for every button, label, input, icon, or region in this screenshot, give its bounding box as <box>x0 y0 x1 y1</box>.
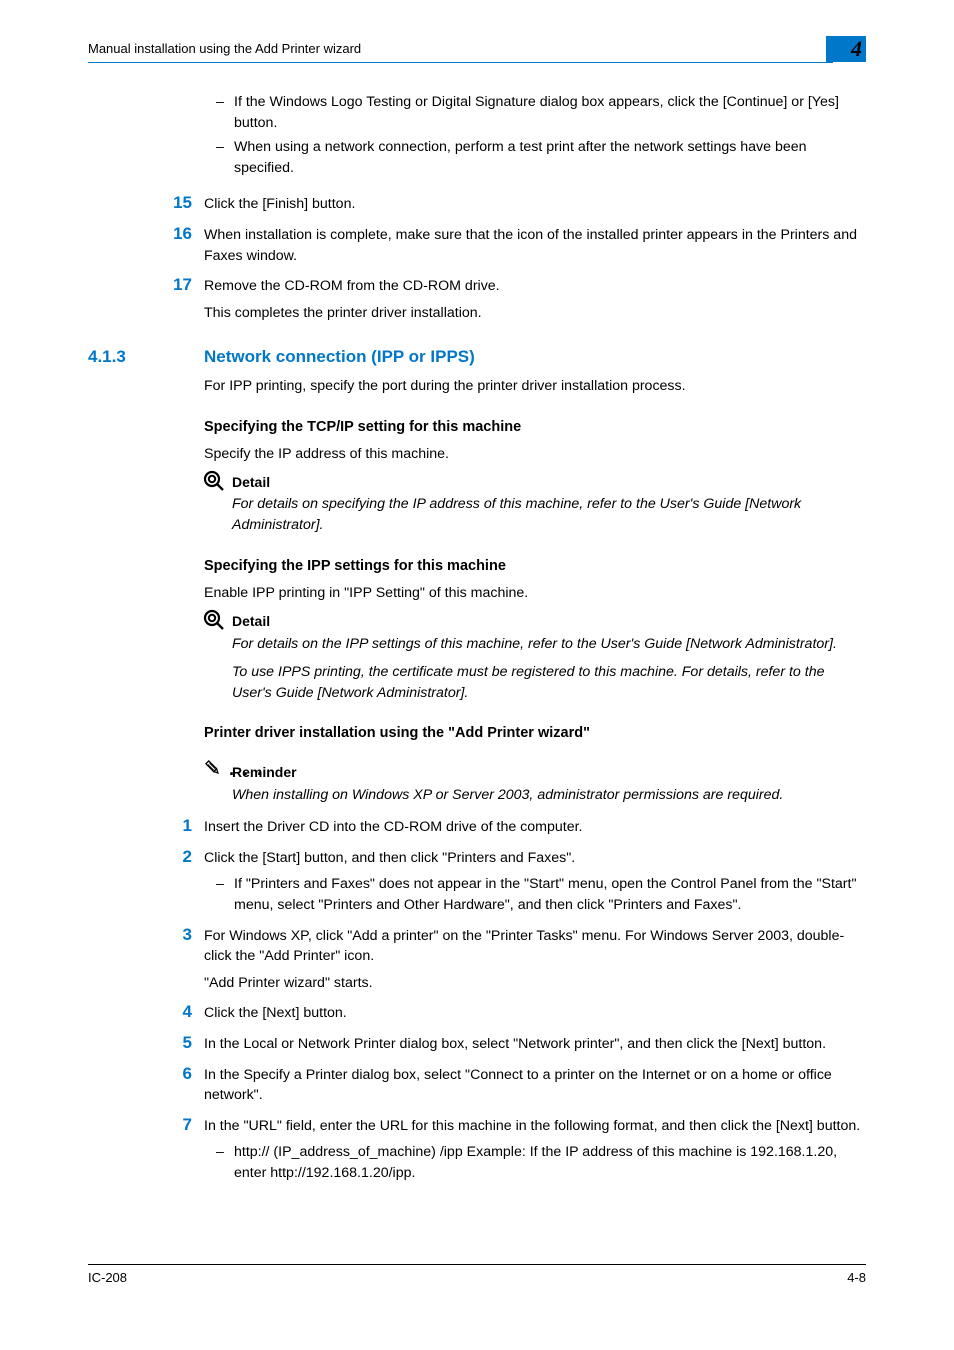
page-footer: IC-208 4-8 <box>88 1264 866 1288</box>
pencil-icon <box>201 756 225 780</box>
running-header-title: Manual installation using the Add Printe… <box>88 40 361 59</box>
step-text: Remove the CD-ROM from the CD-ROM drive. <box>204 276 866 297</box>
section-number: 4.1.3 <box>88 345 126 370</box>
section-intro: For IPP printing, specify the port durin… <box>204 376 866 397</box>
chapter-number-badge: 4 <box>826 36 866 62</box>
footer-right: 4-8 <box>847 1269 866 1288</box>
step-7: 7 In the "URL" field, enter the URL for … <box>204 1116 866 1184</box>
step-15: 15 Click the [Finish] button. <box>204 194 866 215</box>
step-text: Click the [Start] button, and then click… <box>204 848 866 869</box>
footer-left: IC-208 <box>88 1269 127 1288</box>
step-4: 4 Click the [Next] button. <box>204 1003 866 1024</box>
detail-label: Detail <box>232 472 866 492</box>
magnifier-icon <box>201 468 227 494</box>
step-follow-text: This completes the printer driver instal… <box>204 303 866 324</box>
step-text: In the Specify a Printer dialog box, sel… <box>204 1065 866 1106</box>
step-6: 6 In the Specify a Printer dialog box, s… <box>204 1065 866 1106</box>
paragraph: Enable IPP printing in "IPP Setting" of … <box>204 583 866 604</box>
list-item: http:// (IP_address_of_machine) /ipp Exa… <box>204 1142 866 1183</box>
step-text: When installation is complete, make sure… <box>204 225 866 266</box>
detail-label: Detail <box>232 611 866 631</box>
sub-item-text: If the Windows Logo Testing or Digital S… <box>234 94 839 131</box>
ellipsis-icon: . . . <box>229 756 264 782</box>
step-5: 5 In the Local or Network Printer dialog… <box>204 1034 866 1055</box>
list-item: If the Windows Logo Testing or Digital S… <box>204 92 866 133</box>
step-3: 3 For Windows XP, click "Add a printer" … <box>204 926 866 994</box>
step-number: 3 <box>162 923 192 948</box>
step-17: 17 Remove the CD-ROM from the CD-ROM dri… <box>204 276 866 323</box>
step-text: For Windows XP, click "Add a printer" on… <box>204 926 866 967</box>
detail-text: For details on the IPP settings of this … <box>232 634 866 655</box>
reminder-text: When installing on Windows XP or Server … <box>232 785 866 806</box>
step-number: 6 <box>162 1062 192 1087</box>
detail-callout: Detail For details on the IPP settings o… <box>204 611 866 703</box>
step-number: 1 <box>162 814 192 839</box>
paragraph: Specify the IP address of this machine. <box>204 444 866 465</box>
step-2: 2 Click the [Start] button, and then cli… <box>204 848 866 916</box>
step-follow-text: "Add Printer wizard" starts. <box>204 973 866 994</box>
step-text: Insert the Driver CD into the CD-ROM dri… <box>204 817 866 838</box>
list-item: When using a network connection, perform… <box>204 137 866 178</box>
subheading: Printer driver installation using the "A… <box>204 723 866 744</box>
list-item: If "Printers and Faxes" does not appear … <box>204 874 866 915</box>
detail-text: For details on specifying the IP address… <box>232 494 866 535</box>
step-number: 17 <box>162 273 192 298</box>
step-text: Click the [Next] button. <box>204 1003 866 1024</box>
step-number: 2 <box>162 845 192 870</box>
step-text: In the "URL" field, enter the URL for th… <box>204 1116 866 1137</box>
step-number: 5 <box>162 1031 192 1056</box>
running-header: Manual installation using the Add Printe… <box>88 40 833 63</box>
step-16: 16 When installation is complete, make s… <box>204 225 866 266</box>
sub-item-text: http:// (IP_address_of_machine) /ipp Exa… <box>234 1144 837 1181</box>
step-text: Click the [Finish] button. <box>204 194 866 215</box>
step-number: 15 <box>162 191 192 216</box>
reminder-label: Reminder <box>232 762 866 782</box>
step-text: In the Local or Network Printer dialog b… <box>204 1034 866 1055</box>
section-heading: 4.1.3 Network connection (IPP or IPPS) <box>204 345 866 370</box>
page: Manual installation using the Add Printe… <box>0 0 954 1350</box>
step-1: 1 Insert the Driver CD into the CD-ROM d… <box>204 817 866 838</box>
subheading: Specifying the TCP/IP setting for this m… <box>204 417 866 438</box>
detail-text: To use IPPS printing, the certificate mu… <box>232 662 866 703</box>
magnifier-icon <box>201 607 227 633</box>
sub-item-text: When using a network connection, perform… <box>234 139 807 176</box>
reminder-callout: . . . Reminder When installing on Window… <box>204 762 866 805</box>
chapter-number: 4 <box>851 36 862 61</box>
step-number: 7 <box>162 1113 192 1138</box>
section-title-text: Network connection (IPP or IPPS) <box>204 347 475 366</box>
step-number: 16 <box>162 222 192 247</box>
sub-item-text: If "Printers and Faxes" does not appear … <box>234 876 856 913</box>
subheading: Specifying the IPP settings for this mac… <box>204 556 866 577</box>
step-number: 4 <box>162 1000 192 1025</box>
detail-callout: Detail For details on specifying the IP … <box>204 472 866 535</box>
